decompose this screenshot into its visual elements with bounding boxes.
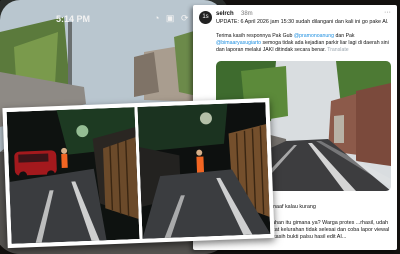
more-options-icon[interactable]: ··· — [384, 9, 391, 16]
mention-link[interactable]: @bimaaryasugiarto — [216, 40, 261, 46]
night-street-left — [6, 107, 140, 244]
night-photo-left[interactable] — [6, 107, 140, 244]
tweet-time: 38m — [241, 11, 253, 17]
status-time: 5:14 PM — [56, 14, 91, 24]
tweet-body: Terima kasih responnya Pak Gub @pramonoa… — [216, 33, 391, 53]
night-photo-frame — [2, 97, 275, 249]
translate-link[interactable]: Translate — [327, 47, 348, 53]
user-handle[interactable]: selrch — [216, 11, 234, 17]
avatar[interactable]: 1s — [199, 11, 212, 24]
status-icons: ◔ ▣ ⟳ — [154, 13, 191, 23]
tweet-text-part: dan Pak — [334, 33, 355, 39]
mention-link[interactable]: @pramonoanung — [294, 33, 334, 39]
tweet-text-part: Terima kasih responnya Pak Gub — [216, 33, 294, 39]
collage: 5:14 PM ◔ ▣ ⟳ 1s selrch 38m ··· UPDATE: … — [0, 0, 400, 254]
night-photo-right[interactable] — [137, 102, 271, 239]
tweet-update-text: UPDATE: 6 April 2026 jam 15:30 sudah dil… — [216, 19, 389, 25]
night-street-right — [137, 102, 271, 239]
